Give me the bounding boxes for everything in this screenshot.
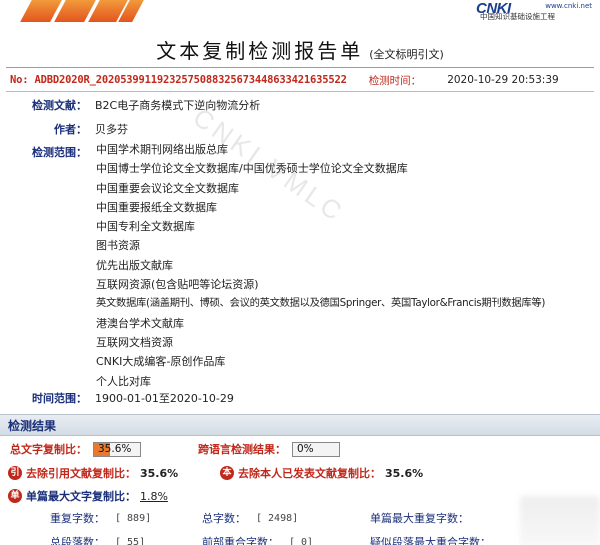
total-chars: 总字数： [ 2498] [202, 509, 298, 527]
time-range-label: 时间范围： [32, 392, 87, 405]
author-value: 贝多芬 [95, 123, 128, 136]
results-header: 检测结果 [0, 414, 600, 436]
total-copy-ratio: 总文字复制比： 35.6% [10, 440, 141, 458]
database-item: 互联网文档资源 [96, 335, 173, 349]
database-list: 中国学术期刊网络出版总库 中国博士学位论文全文数据库/中国优秀硕士学位论文全文数… [96, 140, 545, 391]
front-overlap-label: 前部重合字数： [202, 536, 279, 545]
database-item: 个人比对库 [96, 374, 151, 388]
database-item: 中国专利全文数据库 [96, 220, 195, 234]
paragraphs-value: [ 55] [115, 536, 146, 545]
dup-chars-value: [ 889] [115, 512, 152, 524]
cross-language-label: 跨语言检测结果： [198, 443, 286, 456]
check-time-value: 2020-10-29 20:53:39 [447, 74, 559, 86]
check-time-label: 检测时间： [368, 74, 422, 87]
title-row: 文本复制检测报告单 (全文标明引文) [0, 36, 600, 64]
database-item: 互联网资源(包含贴吧等论坛资源) [96, 278, 259, 292]
total-chars-value: [ 2498] [256, 512, 299, 524]
total-copy-label: 总文字复制比： [10, 443, 87, 456]
cnki-url: www.cnki.net [545, 2, 592, 10]
front-overlap: 前部重合字数： [ 0] [202, 533, 313, 545]
total-copy-bar: 35.6% [93, 441, 141, 457]
self-badge-icon: 本 [220, 466, 234, 480]
single-max-value: 1.8% [140, 489, 168, 503]
field-scope: 检测范围： [0, 143, 87, 161]
cnki-logo: CNKI www.cnki.net 中国知识基础设施工程 [476, 0, 594, 22]
front-overlap-value: [ 0] [289, 536, 314, 545]
title-divider [6, 67, 594, 68]
results-title: 检测结果 [8, 418, 57, 433]
report-number: No: ADBD2020R_20205399119232575088325673… [10, 74, 347, 86]
time-range-value: 1900-01-01至2020-10-29 [95, 392, 234, 405]
id-divider [6, 91, 594, 92]
database-item: 图书资源 [96, 239, 140, 253]
field-author: 作者： 贝多芬 [0, 120, 128, 138]
single-dup-chars: 单篇最大重复字数： [370, 509, 469, 527]
single-badge-icon: 单 [8, 489, 22, 503]
excl-ref-label: 去除引用文献复制比： [26, 467, 136, 480]
author-label: 作者： [54, 123, 87, 136]
database-item: 港澳台学术文献库 [96, 316, 184, 330]
excl-ref-ratio: 引 去除引用文献复制比： 35.6% [8, 464, 178, 482]
paragraphs: 总段落数： [ 55] [50, 533, 145, 545]
cite-badge-icon: 引 [8, 466, 22, 480]
excl-self-ratio: 本 去除本人已发表文献复制比： 35.6% [220, 464, 423, 482]
scope-label: 检测范围： [32, 146, 87, 159]
paragraphs-label: 总段落数： [50, 536, 105, 545]
field-document: 检测文献： B2C电子商务模式下逆向物流分析 [0, 96, 260, 114]
total-copy-value: 35.6% [98, 442, 132, 455]
report-subtitle: (全文标明引文) [369, 48, 444, 61]
database-item: 中国重要会议论文全文数据库 [96, 181, 239, 195]
cross-language-value: 0% [297, 442, 314, 455]
database-item: 中国博士学位论文全文数据库/中国优秀硕士学位论文全文数据库 [96, 162, 408, 176]
database-item: 中国重要报纸全文数据库 [96, 200, 217, 214]
database-item: CNKI大成编客-原创作品库 [96, 355, 226, 369]
suspect-label: 疑似段落最大重合字数： [370, 536, 491, 545]
suspect-paragraph: 疑似段落最大重合字数： [370, 533, 491, 545]
document-value: B2C电子商务模式下逆向物流分析 [95, 99, 261, 112]
report-id-bar: No: ADBD2020R_20205399119232575088325673… [6, 70, 594, 90]
database-item: 优先出版文献库 [96, 258, 173, 272]
database-item: 英文数据库(涵盖期刊、博硕、会议的英文数据以及德国Springer、英国Tayl… [96, 297, 546, 310]
excl-self-value: 35.6% [385, 466, 424, 480]
single-max-ratio: 单 单篇最大文字复制比： 1.8% [8, 487, 168, 505]
field-time-range: 时间范围： 1900-01-01至2020-10-29 [0, 389, 234, 407]
corner-blur [520, 496, 600, 545]
total-chars-label: 总字数： [202, 512, 246, 525]
cnki-tagline: 中国知识基础设施工程 [480, 12, 555, 21]
excl-self-label: 去除本人已发表文献复制比： [238, 467, 381, 480]
excl-ref-value: 35.6% [140, 466, 179, 480]
cross-language-result: 跨语言检测结果： 0% [198, 440, 340, 458]
dup-chars: 重复字数： [ 889] [50, 509, 151, 527]
document-label: 检测文献： [32, 99, 87, 112]
cross-language-bar: 0% [292, 441, 340, 457]
single-max-label: 单篇最大文字复制比： [26, 490, 136, 503]
dup-chars-label: 重复字数： [50, 512, 105, 525]
report-title: 文本复制检测报告单 [156, 39, 364, 63]
database-item: 中国学术期刊网络出版总库 [96, 143, 228, 156]
single-dup-label: 单篇最大重复字数： [370, 512, 469, 525]
report-logo [20, 0, 145, 22]
